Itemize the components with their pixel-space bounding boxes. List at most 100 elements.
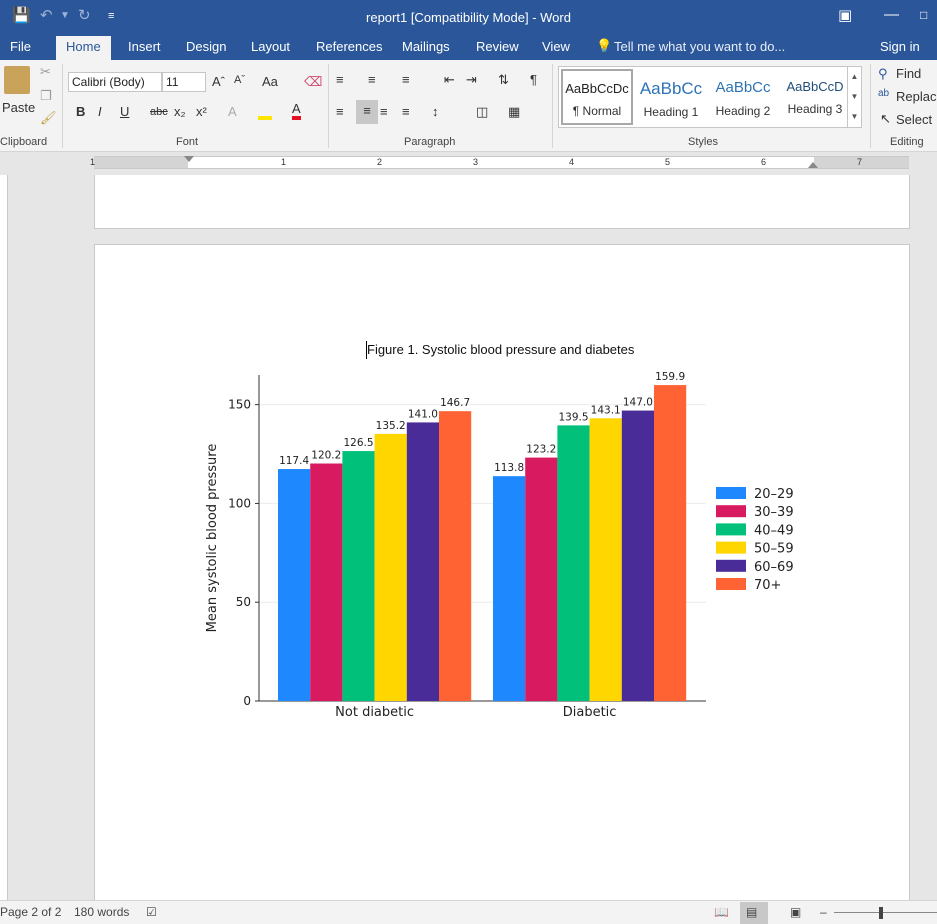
align-right-icon[interactable]: ≡ (380, 104, 388, 119)
legend-swatch (716, 523, 746, 536)
status-bar: Page 2 of 2 180 words ☑ 📖 ▤ ▣ – (0, 900, 937, 924)
justify-icon[interactable]: ≡ (402, 104, 410, 119)
paragraph-group-label: Paragraph (404, 136, 456, 148)
font-family-select[interactable]: Calibri (Body) (68, 72, 162, 92)
zoom-slider-thumb[interactable] (879, 907, 883, 919)
multilevel-list-icon[interactable]: ≡ (402, 72, 410, 87)
italic-icon[interactable]: I (98, 104, 102, 119)
data-label: 126.5 (343, 437, 373, 449)
sign-in-link[interactable]: Sign in (880, 36, 920, 58)
legend-swatch (716, 578, 746, 590)
find-icon[interactable]: ⚲ (878, 66, 888, 82)
copy-icon[interactable]: ❐ (40, 88, 52, 104)
style-normal[interactable]: AaBbCcDc ¶ Normal (561, 69, 633, 125)
tab-layout[interactable]: Layout (241, 36, 300, 60)
data-label: 139.5 (558, 411, 588, 423)
tab-mailings[interactable]: Mailings (392, 36, 460, 60)
legend-label: 50–59 (754, 542, 794, 557)
subscript-icon[interactable]: x₂ (174, 104, 186, 119)
page-2[interactable]: Figure 1. Systolic blood pressure and di… (94, 244, 910, 924)
replace-icon[interactable]: ab (878, 88, 889, 99)
bar-chart[interactable]: 0 50 100 150 Mean systolic blood pressure 117… (190, 361, 830, 751)
increase-indent-icon[interactable]: ⇥ (466, 72, 477, 88)
tab-insert[interactable]: Insert (118, 36, 171, 60)
data-label: 141.0 (408, 408, 438, 420)
shading-icon[interactable]: ◫ (476, 104, 488, 120)
tab-review[interactable]: Review (466, 36, 529, 60)
word-count[interactable]: 180 words (74, 905, 129, 919)
ribbon: Paste ✂ ❐ 🖌 Clipboard Calibri (Body) 11 … (0, 60, 937, 152)
sort-icon[interactable]: ⇅ (498, 72, 509, 88)
strikethrough-icon[interactable]: abc (150, 106, 168, 118)
font-size-select[interactable]: 11 (162, 72, 206, 92)
clear-formatting-icon[interactable]: ⌫ (304, 74, 322, 90)
legend-swatch (716, 487, 746, 499)
first-line-indent-marker[interactable] (184, 156, 194, 162)
bar (342, 451, 375, 701)
line-spacing-icon[interactable]: ↕ (432, 104, 439, 119)
change-case-button[interactable]: Aa (262, 74, 278, 89)
web-layout-icon[interactable]: ▣ (790, 905, 801, 919)
page-1-bottom[interactable] (94, 175, 910, 229)
legend-label: 30–39 (754, 505, 794, 520)
grow-font-icon[interactable]: Aˆ (212, 74, 225, 89)
cut-icon[interactable]: ✂ (40, 64, 51, 80)
bar (654, 385, 687, 701)
minimize-icon[interactable]: — (884, 6, 899, 23)
tab-design[interactable]: Design (176, 36, 236, 60)
zoom-out-icon[interactable]: – (820, 905, 827, 919)
align-left-icon[interactable]: ≡ (336, 104, 344, 119)
style-heading-3-preview: AaBbCcD (786, 79, 844, 94)
proofing-icon[interactable]: ☑ (146, 905, 157, 919)
vertical-ruler[interactable] (0, 175, 8, 900)
style-heading-3[interactable]: AaBbCcD Heading 3 (779, 69, 851, 125)
bold-icon[interactable]: B (76, 104, 85, 119)
text-effects-icon[interactable]: A (228, 104, 237, 119)
paste-button[interactable]: Paste (2, 100, 35, 115)
legend-label: 60–69 (754, 560, 794, 575)
format-painter-icon[interactable]: 🖌 (40, 110, 57, 126)
borders-icon[interactable]: ▦ (508, 104, 520, 120)
find-button[interactable]: Find (896, 66, 921, 81)
shrink-font-icon[interactable]: Aˇ (234, 74, 245, 86)
bar (557, 425, 590, 701)
select-icon[interactable]: ↖ (880, 111, 891, 127)
ruler-left-margin (94, 157, 188, 168)
decrease-indent-icon[interactable]: ⇤ (444, 72, 455, 88)
right-indent-marker[interactable] (808, 162, 818, 168)
y-tick-label: 50 (236, 595, 251, 609)
page-count[interactable]: Page 2 of 2 (0, 905, 61, 919)
superscript-icon[interactable]: x² (196, 104, 207, 119)
print-layout-icon[interactable]: ▤ (740, 902, 768, 924)
tell-me-search[interactable]: Tell me what you want to do... (614, 36, 785, 58)
bullets-icon[interactable]: ≡ (336, 72, 344, 87)
horizontal-ruler[interactable]: 1 1 2 3 4 5 6 7 (0, 152, 937, 172)
maximize-icon[interactable]: □ (920, 8, 927, 22)
replace-button[interactable]: Replace (896, 89, 937, 104)
align-center-icon[interactable]: ≡ (356, 100, 378, 124)
x-tick-label: Diabetic (563, 705, 617, 720)
paste-icon[interactable] (4, 66, 30, 94)
tab-references[interactable]: References (306, 36, 392, 60)
style-heading-2[interactable]: AaBbCc Heading 2 (707, 69, 779, 125)
style-heading-1[interactable]: AaBbCc Heading 1 (635, 69, 707, 125)
ribbon-display-icon[interactable]: ▣ (838, 6, 852, 24)
font-color-icon[interactable]: A (292, 102, 301, 120)
separator (62, 64, 63, 148)
tab-view[interactable]: View (532, 36, 580, 60)
tab-file[interactable]: File (0, 36, 41, 60)
highlight-icon[interactable] (258, 106, 272, 120)
underline-icon[interactable]: U (120, 104, 129, 119)
select-button[interactable]: Select (896, 112, 932, 127)
show-formatting-icon[interactable]: ¶ (530, 72, 537, 87)
read-mode-icon[interactable]: 📖 (714, 905, 729, 919)
data-label: 113.8 (494, 462, 524, 474)
tab-home[interactable]: Home (56, 36, 111, 60)
zoom-slider[interactable] (834, 912, 937, 913)
figure-caption[interactable]: Figure 1. Systolic blood pressure and di… (367, 342, 634, 357)
editing-group-label: Editing (890, 136, 924, 148)
lightbulb-icon: 💡 (596, 38, 613, 53)
bar (493, 476, 526, 701)
styles-scroll[interactable]: ▲ ▼ ▼ (847, 67, 861, 127)
numbering-icon[interactable]: ≡ (368, 72, 376, 87)
